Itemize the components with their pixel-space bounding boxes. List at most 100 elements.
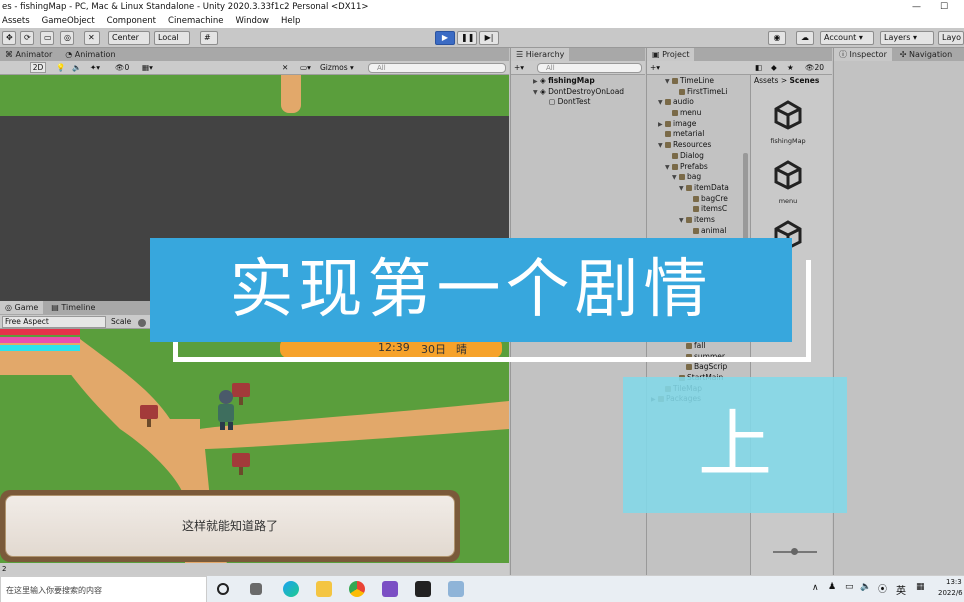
visibility-icon[interactable]: 👁0 — [115, 61, 129, 74]
battery-icon[interactable]: ▭ — [845, 582, 854, 592]
tab-navigation[interactable]: ✣ Navigation — [895, 48, 957, 61]
project-folder-item[interactable]: metarial — [647, 129, 729, 140]
unity-scene-icon[interactable] — [773, 160, 803, 190]
visual-studio-icon[interactable] — [382, 581, 398, 597]
step-button[interactable]: ▶| — [479, 31, 499, 45]
chrome-browser-icon[interactable] — [349, 581, 365, 597]
unity-scene-icon[interactable] — [773, 100, 803, 130]
hierarchy-item-donttest[interactable]: ◻ DontTest — [533, 97, 624, 108]
visibility-count[interactable]: 👁20 — [805, 61, 824, 74]
dialog-box[interactable]: 这样就能知道路了 — [0, 490, 460, 562]
tab-project[interactable]: ▣ Project — [647, 48, 695, 61]
volume-icon[interactable]: 🔈 — [860, 582, 871, 592]
mode-2d-toggle[interactable]: 2D — [30, 62, 46, 73]
menu-window[interactable]: Window — [235, 14, 269, 28]
project-folder-item[interactable]: ▼ Prefabs — [647, 162, 729, 173]
filter-icon[interactable]: ◧ — [755, 61, 762, 74]
effects-icon[interactable]: ✦▾ — [90, 61, 100, 74]
rotate-tool-icon[interactable]: ⟳ — [20, 31, 34, 45]
tray-chevron-icon[interactable]: ∧ — [812, 583, 819, 593]
task-view-icon[interactable] — [217, 583, 229, 595]
menu-help[interactable]: Help — [281, 14, 300, 28]
app-icon[interactable] — [448, 581, 464, 597]
menu-cinemachine[interactable]: Cinemachine — [168, 14, 223, 28]
project-add-button[interactable]: +▾ — [650, 61, 660, 74]
star-icon[interactable]: ★ — [787, 61, 794, 74]
pause-button[interactable]: ❚❚ — [457, 31, 477, 45]
taskbar-search-input[interactable]: 在这里输入你要搜索的内容 — [0, 576, 207, 602]
breadcrumb-root[interactable]: Assets — [754, 76, 778, 85]
maximize-button[interactable]: ☐ — [940, 0, 948, 14]
project-folder-item[interactable]: itemsC — [647, 204, 729, 215]
keyboard-icon[interactable]: ▦ — [916, 582, 925, 592]
minimize-button[interactable]: — — [912, 0, 921, 14]
mana-bar — [0, 337, 80, 343]
tab-animation[interactable]: ◔ Animation — [60, 48, 120, 61]
label-icon[interactable]: ◆ — [771, 61, 777, 74]
layout-label: Layo — [942, 33, 961, 42]
project-folder-item[interactable]: animal — [647, 226, 729, 237]
custom-tool-icon[interactable]: ✕ — [84, 31, 100, 45]
tab-timeline[interactable]: ▤ Timeline — [46, 301, 100, 314]
project-toolbar: +▾ ◧ ◆ ★ 👁20 — [647, 61, 832, 75]
hierarchy-add-button[interactable]: +▾ — [514, 61, 524, 74]
breadcrumb-current[interactable]: Scenes — [790, 76, 820, 85]
tab-timeline-label: Timeline — [61, 303, 96, 312]
account-dropdown[interactable]: Account ▾ — [820, 31, 874, 45]
scene-search-input[interactable]: All — [368, 63, 506, 73]
project-folder-item[interactable]: menu — [647, 108, 729, 119]
stamina-bar — [0, 345, 80, 351]
grid-snap-icon[interactable]: # — [200, 31, 218, 45]
pivot-center-button[interactable]: Center — [108, 31, 150, 45]
lighting-icon[interactable]: 💡 — [56, 61, 65, 74]
tray-app-icon[interactable]: ♟ — [828, 582, 836, 592]
clock-date[interactable]: 2022/6 — [938, 589, 963, 597]
clock-time[interactable]: 13:3 — [946, 578, 962, 586]
tab-inspector[interactable]: ⓘ Inspector — [834, 48, 892, 61]
dialog-text: 这样就能知道路了 — [5, 495, 455, 557]
transform-tool-icon[interactable]: ◎ — [60, 31, 74, 45]
project-folder-item[interactable]: Dialog — [647, 151, 729, 162]
input-language[interactable]: 英 — [896, 582, 906, 597]
cloud-icon[interactable]: ☁ — [796, 31, 814, 45]
project-folder-item[interactable]: bagCre — [647, 194, 729, 205]
edge-browser-icon[interactable] — [283, 581, 299, 597]
project-folder-item[interactable]: ▼ items — [647, 215, 729, 226]
project-folder-item[interactable]: ▼ audio — [647, 97, 729, 108]
project-folder-item[interactable]: ▶ image — [647, 119, 729, 130]
camera-icon[interactable]: ▭▾ — [300, 61, 311, 74]
icon-size-slider-thumb[interactable] — [791, 548, 798, 555]
collab-icon[interactable]: ◉ — [768, 31, 786, 45]
project-folder-item[interactable]: BagScrip — [647, 362, 727, 373]
widgets-icon[interactable] — [250, 583, 262, 595]
hierarchy-item-dontdestroy[interactable]: ▼ ◈ DontDestroyOnLoad — [533, 87, 624, 98]
grid-icon[interactable]: ▦▾ — [142, 61, 153, 74]
move-tool-icon[interactable]: ✥ — [2, 31, 16, 45]
play-button[interactable]: ▶ — [435, 31, 455, 45]
layout-dropdown[interactable]: Layo — [938, 31, 964, 45]
hierarchy-search-input[interactable]: All — [537, 63, 642, 73]
project-folder-item[interactable]: ▼ TimeLine — [647, 76, 729, 87]
file-explorer-icon[interactable] — [316, 581, 332, 597]
menu-gameobject[interactable]: GameObject — [42, 14, 95, 28]
audio-icon[interactable]: 🔈 — [72, 61, 81, 74]
tab-game[interactable]: ◎ Game — [0, 301, 44, 314]
project-folder-item[interactable]: ▼ itemData — [647, 183, 729, 194]
network-icon[interactable]: ⦿ — [878, 582, 887, 595]
unity-app-icon[interactable] — [415, 581, 431, 597]
menu-assets[interactable]: Assets — [2, 14, 30, 28]
tab-animator[interactable]: ⌘ Animator — [0, 48, 57, 61]
pivot-local-button[interactable]: Local — [154, 31, 190, 45]
gizmos-dropdown[interactable]: Gizmos ▾ — [320, 61, 354, 74]
project-folder-item[interactable]: ▼ Resources — [647, 140, 729, 151]
tab-hierarchy[interactable]: ☰ Hierarchy — [511, 48, 570, 61]
layers-dropdown[interactable]: Layers ▾ — [880, 31, 934, 45]
rect-tool-icon[interactable]: ▭ — [40, 31, 54, 45]
tools-icon[interactable]: ✕ — [282, 61, 288, 74]
menu-component[interactable]: Component — [107, 14, 156, 28]
project-folder-item[interactable]: ▼ bag — [647, 172, 729, 183]
project-folder-item[interactable]: FirstTimeLi — [647, 87, 729, 98]
scale-slider-thumb[interactable] — [138, 319, 146, 327]
aspect-dropdown[interactable]: Free Aspect — [2, 316, 106, 328]
hierarchy-item-fishingmap[interactable]: ▶ ◈ fishingMap — [533, 76, 624, 87]
